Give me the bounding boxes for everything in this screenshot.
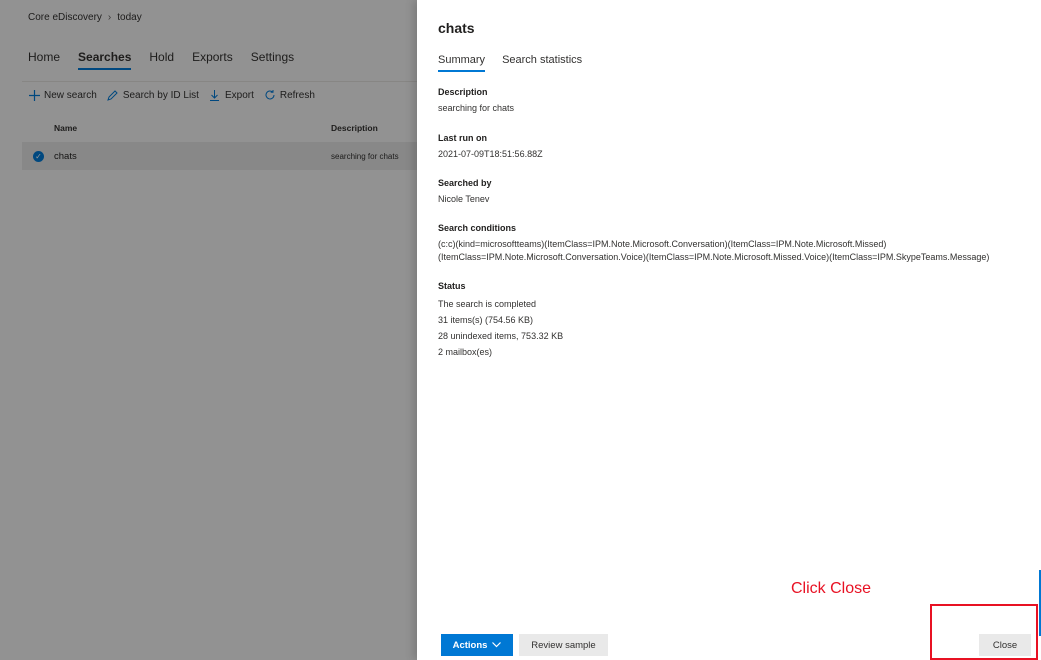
tab-search-statistics[interactable]: Search statistics: [502, 54, 582, 72]
actions-label: Actions: [452, 639, 488, 651]
modal-overlay[interactable]: [0, 0, 417, 660]
search-conditions-section: Search conditions (c:c)(kind=microsoftte…: [438, 223, 1028, 264]
description-label: Description: [438, 87, 488, 97]
last-run-label: Last run on: [438, 133, 487, 143]
searched-by-label: Searched by: [438, 178, 492, 188]
chevron-down-icon: [492, 640, 502, 651]
review-sample-button[interactable]: Review sample: [519, 634, 608, 656]
annotation-text: Click Close: [791, 580, 872, 597]
searched-by-value: Nicole Tenev: [438, 194, 490, 204]
status-label: Status: [438, 281, 466, 291]
searched-by-section: Searched by Nicole Tenev: [438, 178, 1028, 206]
description-section: Description searching for chats: [438, 87, 1028, 115]
last-run-section: Last run on 2021-07-09T18:51:56.88Z: [438, 133, 1028, 161]
actions-button[interactable]: Actions: [441, 634, 513, 656]
panel-title: chats: [438, 20, 475, 36]
panel-tabs: Summary Search statistics: [438, 54, 582, 72]
status-line: 2 mailbox(es): [438, 347, 493, 357]
status-line: 28 unindexed items, 753.32 KB: [438, 331, 564, 341]
last-run-value: 2021-07-09T18:51:56.88Z: [438, 149, 543, 159]
search-conditions-label: Search conditions: [438, 223, 517, 233]
status-line: The search is completed: [438, 299, 537, 309]
status-line: 31 items(s) (754.56 KB): [438, 315, 534, 325]
search-conditions-line-2: (ItemClass=IPM.Note.Microsoft.Conversati…: [438, 252, 990, 262]
tab-summary[interactable]: Summary: [438, 54, 486, 72]
description-value: searching for chats: [438, 103, 515, 113]
details-panel: chats Summary Search statistics Descript…: [417, 0, 1041, 660]
close-button[interactable]: Close: [979, 634, 1031, 656]
search-conditions-line-1: (c:c)(kind=microsoftteams)(ItemClass=IPM…: [438, 239, 887, 249]
status-section: Status The search is completed 31 items(…: [438, 281, 1028, 360]
